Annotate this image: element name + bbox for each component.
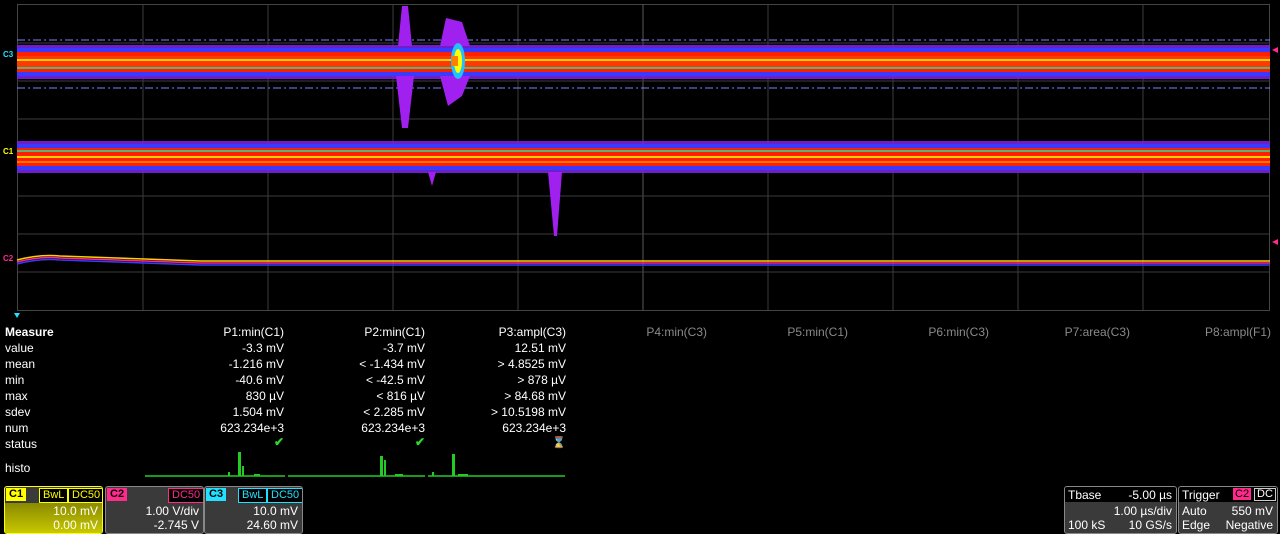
param-header-p6[interactable]: P6:min(C3) (829, 325, 989, 339)
param-header-p1[interactable]: P1:min(C1) (124, 325, 284, 339)
p1-status-check-icon: ✔ (273, 435, 284, 449)
row-label-mean: mean (5, 357, 36, 371)
trigger-slope: Negative (1225, 518, 1273, 532)
row-label-num: num (5, 421, 29, 435)
measure-title: Measure (5, 325, 54, 339)
c2-offset: -2.745 V (153, 518, 199, 532)
trigger-level-marker (1272, 239, 1278, 245)
row-label-min: min (5, 373, 25, 387)
c2-marker[interactable]: C2 (3, 255, 13, 263)
timebase-samples: 100 kS (1068, 518, 1106, 532)
p3-max: > 84.68 mV (504, 389, 566, 403)
p3-min: > 878 µV (517, 373, 566, 387)
c2-name: C2 (107, 488, 128, 501)
trigger-coupling: DC (1254, 488, 1276, 501)
waveform-grid[interactable]: C3 C1 C2 (0, 0, 1280, 322)
p2-status-check-icon: ✔ (414, 435, 425, 449)
timebase-per-div: 1.00 µs/div (1113, 504, 1172, 518)
p2-max: < 816 µV (376, 389, 425, 403)
p2-min: < -42.5 mV (365, 373, 425, 387)
p1-value: -3.3 mV (241, 341, 284, 355)
timebase-descriptor[interactable]: Tbase -5.00 µs 1.00 µs/div 100 kS 10 GS/… (1064, 486, 1177, 534)
c1-bwl-tag: BwL (39, 488, 69, 503)
param-header-p7[interactable]: P7:area(C3) (970, 325, 1130, 339)
p2-num: 623.234e+3 (361, 421, 425, 435)
p2-sdev: < 2.285 mV (363, 405, 425, 419)
timebase-delay: -5.00 µs (1128, 488, 1172, 502)
p3-num: 623.234e+3 (502, 421, 566, 435)
p1-max: 830 µV (245, 389, 284, 403)
measure-table: Measure value mean min max sdev num stat… (0, 322, 1280, 482)
c1-offset: 0.00 mV (53, 518, 98, 532)
param-header-p8[interactable]: P8:ampl(F1) (1111, 325, 1271, 339)
c3-marker[interactable]: C3 (3, 51, 13, 59)
c3-scale: 10.0 mV (253, 504, 298, 518)
grid-svg (14, 4, 1278, 318)
param-header-p5[interactable]: P5:min(C1) (688, 325, 848, 339)
trigger-descriptor[interactable]: Trigger C2 DC Auto 550 mV Edge Negative (1178, 486, 1278, 534)
c3-bwl-tag: BwL (238, 488, 268, 503)
c2-scale: 1.00 V/div (145, 504, 199, 518)
p3-mean: > 4.8525 mV (497, 357, 566, 371)
c3-descriptor[interactable]: C3 BwL DC50 10.0 mV 24.60 mV (204, 486, 303, 534)
p1-num: 623.234e+3 (220, 421, 284, 435)
histo-p3 (428, 454, 565, 477)
c1-marker[interactable]: C1 (3, 148, 13, 156)
c1-coupling-tag: DC50 (68, 488, 102, 503)
trigger-level: 550 mV (1231, 504, 1273, 518)
histograms (145, 452, 565, 477)
trigger-source: C2 (1233, 488, 1252, 500)
p3-sdev: > 10.5198 mV (490, 405, 566, 419)
param-header-p3[interactable]: P3:ampl(C3) (406, 325, 566, 339)
c3-coupling-tag: DC50 (267, 488, 302, 503)
p2-mean: < -1.434 mV (359, 357, 425, 371)
c1-descriptor[interactable]: C1 BwL DC50 10.0 mV 0.00 mV (4, 486, 103, 534)
c1-scale: 10.0 mV (53, 504, 98, 518)
p1-mean: -1.216 mV (228, 357, 284, 371)
c1-name: C1 (6, 488, 27, 501)
row-label-max: max (5, 389, 28, 403)
c2-descriptor[interactable]: C2 DC50 1.00 V/div -2.745 V (105, 486, 204, 534)
trigger-label: Trigger (1182, 488, 1220, 502)
descriptor-bar: C1 BwL DC50 10.0 mV 0.00 mV C2 DC50 1.00… (0, 484, 1280, 534)
p2-value: -3.7 mV (382, 341, 425, 355)
timebase-rate: 10 GS/s (1128, 518, 1172, 532)
param-header-p2[interactable]: P2:min(C1) (265, 325, 425, 339)
c2-coupling-tag: DC50 (168, 488, 203, 503)
trigger-time-marker (14, 313, 20, 318)
row-label-value: value (5, 341, 34, 355)
trigger-mode: Auto (1182, 504, 1207, 518)
row-label-sdev: sdev (5, 405, 31, 419)
histo-p2 (288, 456, 425, 477)
p1-sdev: 1.504 mV (232, 405, 284, 419)
histo-p1 (145, 452, 285, 477)
trigger-type: Edge (1182, 518, 1211, 532)
p3-value: 12.51 mV (514, 341, 566, 355)
c3-name: C3 (206, 488, 227, 501)
p1-min: -40.6 mV (235, 373, 284, 387)
timebase-label: Tbase (1068, 488, 1102, 502)
param-header-p4[interactable]: P4:min(C3) (547, 325, 707, 339)
c3-level-marker (1272, 47, 1278, 53)
c3-offset: 24.60 mV (246, 518, 298, 532)
